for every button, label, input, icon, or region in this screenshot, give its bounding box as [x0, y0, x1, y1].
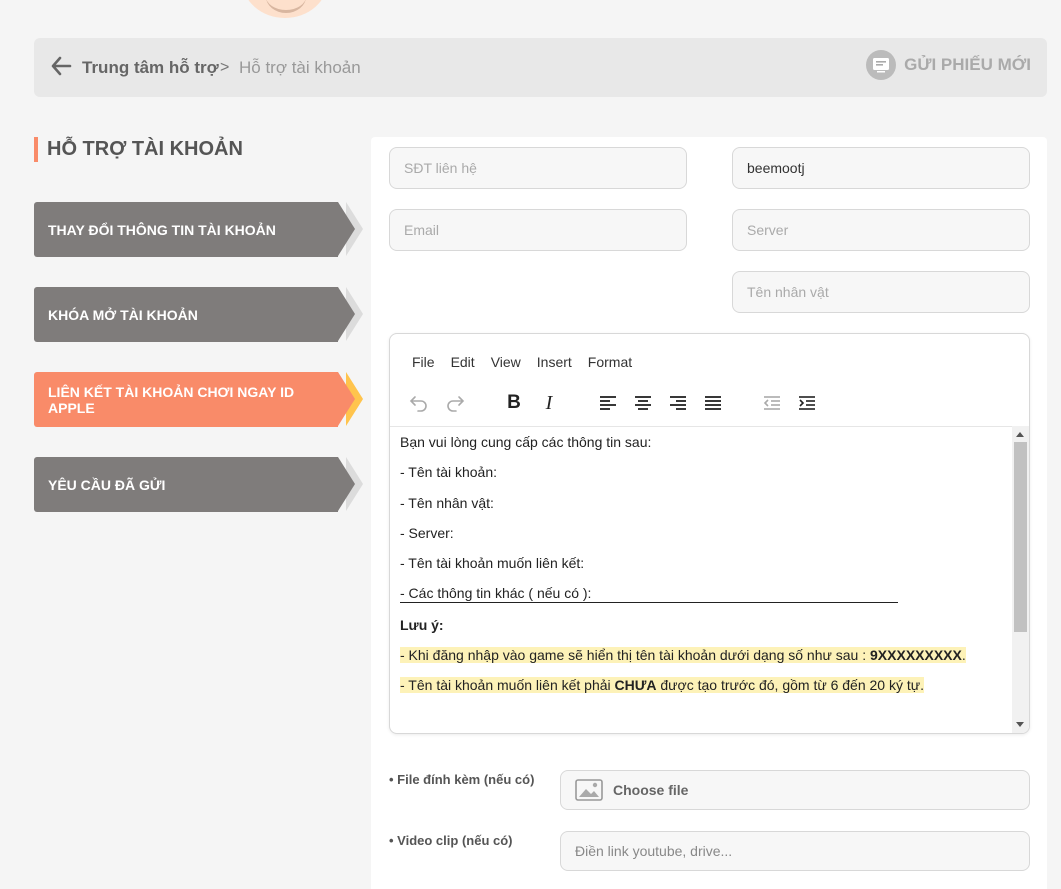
- align-left-icon[interactable]: [595, 390, 621, 416]
- choose-file-button[interactable]: Choose file: [560, 770, 1030, 810]
- bold-icon[interactable]: B: [501, 390, 527, 416]
- content-line: - Tên nhân vật:: [400, 494, 494, 511]
- note-line: - Khi đăng nhập vào game sẽ hiển thị tên…: [400, 647, 966, 664]
- scroll-down-icon[interactable]: [1016, 722, 1024, 727]
- sidebar-item-label: LIÊN KẾT TÀI KHOẢN CHƠI NGAY ID APPLE: [48, 383, 295, 416]
- ticket-icon: [866, 50, 897, 80]
- menu-file[interactable]: File: [412, 354, 435, 370]
- section-title: HỖ TRỢ TÀI KHOẢN: [34, 137, 243, 162]
- username-input[interactable]: [747, 160, 1029, 176]
- server-input[interactable]: [747, 222, 1029, 238]
- menu-insert[interactable]: Insert: [537, 354, 572, 370]
- content-line: Bạn vui lòng cung cấp các thông tin sau:: [400, 434, 652, 450]
- new-ticket-label: GỬI PHIẾU MỚI: [904, 55, 1031, 74]
- note-title: Lưu ý:: [400, 616, 444, 633]
- sidebar-item-sent-requests[interactable]: YÊU CẦU ĐÃ GỬI: [34, 457, 363, 512]
- undo-icon[interactable]: [406, 390, 432, 416]
- video-link-input[interactable]: [575, 843, 1029, 859]
- outdent-icon[interactable]: [759, 390, 785, 416]
- scroll-up-icon[interactable]: [1016, 432, 1024, 437]
- align-right-icon[interactable]: [665, 390, 691, 416]
- new-ticket-button[interactable]: GỬI PHIẾU MỚI: [866, 50, 1031, 80]
- align-center-icon[interactable]: [630, 390, 656, 416]
- indent-icon[interactable]: [794, 390, 820, 416]
- content-line: - Tên tài khoản:: [400, 464, 498, 481]
- breadcrumb-separator: >: [220, 59, 230, 76]
- rich-text-editor: File Edit View Insert Format B I Bạn vui…: [389, 333, 1030, 734]
- email-input[interactable]: [404, 222, 686, 238]
- sidebar-item-change-account-info[interactable]: THAY ĐỔI THÔNG TIN TÀI KHOẢN: [34, 202, 363, 257]
- sidebar-item-lock-unlock-account[interactable]: KHÓA MỞ TÀI KHOẢN: [34, 287, 363, 342]
- avatar: [242, 0, 328, 18]
- sidebar-item-link-apple-id[interactable]: LIÊN KẾT TÀI KHOẢN CHƠI NGAY ID APPLE: [34, 372, 363, 427]
- attachment-label: • File đính kèm (nếu có): [389, 772, 535, 787]
- editor-toolbar: B I: [390, 386, 1029, 422]
- support-form-panel: File Edit View Insert Format B I: [371, 137, 1047, 889]
- redo-icon[interactable]: [442, 390, 468, 416]
- align-justify-icon[interactable]: [700, 390, 726, 416]
- content-line: - Tên tài khoản muốn liên kết:: [400, 555, 585, 572]
- breadcrumb-current: Hỗ trợ tài khoản: [239, 58, 361, 77]
- menu-edit[interactable]: Edit: [451, 354, 475, 370]
- image-icon: [575, 779, 603, 801]
- choose-file-label: Choose file: [613, 782, 689, 798]
- breadcrumb: Trung tâm hỗ trợ > Hỗ trợ tài khoản GỬI …: [34, 38, 1047, 97]
- italic-icon[interactable]: I: [536, 390, 562, 416]
- breadcrumb-root-link[interactable]: Trung tâm hỗ trợ: [82, 58, 219, 78]
- sidebar-item-label: KHÓA MỞ TÀI KHOẢN: [48, 306, 198, 323]
- sidebar-item-label: THAY ĐỔI THÔNG TIN TÀI KHOẢN: [48, 221, 276, 238]
- menu-view[interactable]: View: [491, 354, 521, 370]
- content-line: - Server:: [400, 524, 454, 541]
- character-name-input[interactable]: [747, 284, 1029, 300]
- arrow-left-icon[interactable]: [50, 55, 72, 77]
- server-field[interactable]: [732, 209, 1030, 251]
- phone-input[interactable]: [404, 160, 686, 176]
- note-line: - Tên tài khoản muốn liên kết phải CHƯA …: [400, 677, 925, 694]
- video-label: • Video clip (nếu có): [389, 833, 513, 848]
- scrollbar-thumb[interactable]: [1014, 442, 1027, 632]
- email-field[interactable]: [389, 209, 687, 251]
- editor-content[interactable]: Bạn vui lòng cung cấp các thông tin sau:…: [390, 426, 1012, 733]
- editor-menubar: File Edit View Insert Format: [412, 354, 648, 370]
- menu-format[interactable]: Format: [588, 354, 632, 370]
- video-link-field[interactable]: [560, 831, 1030, 871]
- editor-scrollbar[interactable]: [1012, 426, 1029, 733]
- username-field[interactable]: [732, 147, 1030, 189]
- phone-field[interactable]: [389, 147, 687, 189]
- character-name-field[interactable]: [732, 271, 1030, 313]
- sidebar-item-label: YÊU CẦU ĐÃ GỬI: [48, 476, 166, 493]
